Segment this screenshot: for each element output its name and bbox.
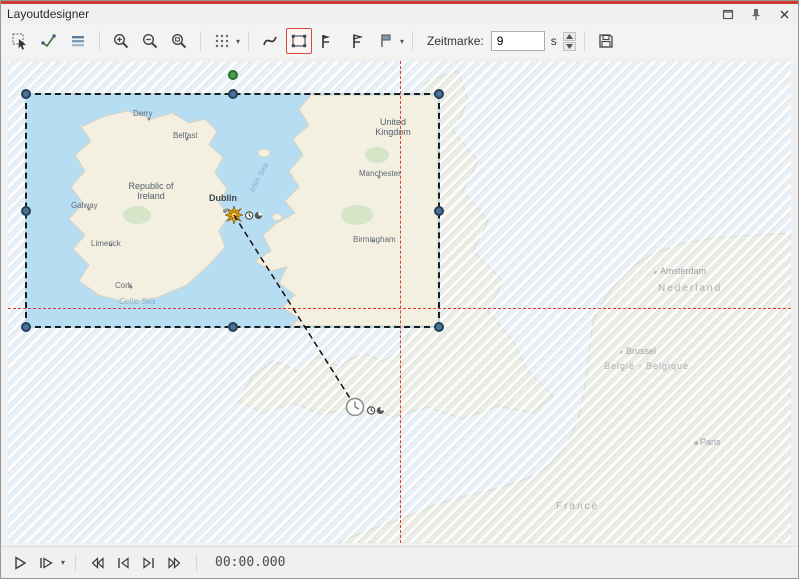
layers-tool-button[interactable]: [65, 28, 91, 54]
play-from-marker-button[interactable]: [35, 552, 57, 574]
playbar-separator: [75, 554, 76, 572]
play-button[interactable]: [9, 552, 31, 574]
skip-forward-button[interactable]: [164, 552, 186, 574]
toolbar-separator: [200, 31, 201, 51]
playback-toolbar: ▾ 00:00.000: [1, 546, 798, 578]
camera-frame-tool-button[interactable]: [286, 28, 312, 54]
bg-map-label: Paris: [700, 437, 721, 447]
zeitmarke-spinner: [563, 32, 576, 51]
play-options-dropdown-icon[interactable]: ▾: [61, 558, 65, 567]
selection-handle-middle-right[interactable]: [434, 206, 444, 216]
grid-button[interactable]: [209, 28, 235, 54]
map-city-label: Dublin: [209, 193, 237, 203]
close-icon[interactable]: [776, 7, 792, 21]
selection-handle-middle-left[interactable]: [21, 206, 31, 216]
clock-time-badge-icons: [367, 402, 385, 420]
toolbar-separator: [99, 31, 100, 51]
bg-map-label: Brussel: [626, 346, 656, 356]
map-city-label: Cork: [115, 281, 132, 290]
toolbar-separator: [584, 31, 585, 51]
spline-tool-button[interactable]: [257, 28, 283, 54]
spinner-down-icon[interactable]: [563, 42, 576, 51]
route-flag-end-button[interactable]: [344, 28, 370, 54]
zoom-in-button[interactable]: [108, 28, 134, 54]
map-region-label: United Kingdom: [365, 117, 421, 138]
map-city-label: Galway: [71, 201, 98, 210]
zeitmarke-input[interactable]: [491, 31, 545, 51]
layoutdesigner-window: Layoutdesigner: [0, 0, 799, 579]
selection-handle-top-left[interactable]: [21, 89, 31, 99]
bg-map-label: Amsterdam: [660, 266, 706, 276]
bg-map-label: Nederland: [658, 283, 722, 294]
map-city-label: Manchester: [359, 169, 401, 178]
grid-dropdown-icon[interactable]: ▾: [236, 37, 240, 46]
selection-handle-top-right[interactable]: [434, 89, 444, 99]
window-title: Layoutdesigner: [7, 7, 720, 21]
bg-map-label: France: [556, 501, 599, 512]
marker-dropdown-icon[interactable]: ▾: [400, 37, 404, 46]
select-tool-button[interactable]: [7, 28, 33, 54]
zeitmarke-unit: s: [551, 34, 557, 48]
zoom-fit-button[interactable]: [166, 28, 192, 54]
clock-keyframe-icon[interactable]: [345, 397, 365, 422]
window-controls: [720, 7, 792, 21]
selection-handle-bottom-center[interactable]: [228, 322, 238, 332]
selected-map-object[interactable]: Republic of Ireland United Kingdom Dubli…: [25, 93, 440, 328]
selection-handle-top-center[interactable]: [228, 89, 238, 99]
sun-keyframe-icon[interactable]: [225, 206, 243, 229]
skip-back-button[interactable]: [86, 552, 108, 574]
map-city-label: Limerick: [91, 239, 121, 248]
design-canvas[interactable]: Amsterdam Nederland Brussel België - Bel…: [8, 61, 791, 543]
node-select-tool-button[interactable]: [36, 28, 62, 54]
step-forward-button[interactable]: [138, 552, 160, 574]
main-toolbar: ▾ ▾ Zeitmarke: s: [1, 24, 798, 58]
maximize-icon[interactable]: [720, 7, 736, 21]
selection-handle-bottom-right[interactable]: [434, 322, 444, 332]
pin-icon[interactable]: [748, 7, 764, 21]
toolbar-separator: [248, 31, 249, 51]
map-city-label: Birmingham: [353, 235, 396, 244]
sun-time-badge-icons: [245, 207, 263, 225]
map-sea-label: Celtic Sea: [119, 297, 155, 306]
spinner-up-icon[interactable]: [563, 32, 576, 41]
playbar-separator: [196, 554, 197, 572]
map-city-label: Derry: [133, 109, 153, 118]
bg-map-label: België - Belgique: [604, 361, 689, 371]
toolbar-separator: [412, 31, 413, 51]
playback-time-display: 00:00.000: [215, 555, 285, 570]
zoom-out-button[interactable]: [137, 28, 163, 54]
marker-button[interactable]: [373, 28, 399, 54]
zeitmarke-label: Zeitmarke:: [427, 34, 484, 48]
map-region-label: Republic of Ireland: [119, 181, 183, 202]
step-back-button[interactable]: [112, 552, 134, 574]
save-button[interactable]: [593, 28, 619, 54]
titlebar[interactable]: Layoutdesigner: [1, 4, 798, 24]
route-flag-start-button[interactable]: [315, 28, 341, 54]
selection-handle-bottom-left[interactable]: [21, 322, 31, 332]
rotation-handle[interactable]: [228, 70, 238, 80]
map-city-label: Belfast: [173, 131, 197, 140]
